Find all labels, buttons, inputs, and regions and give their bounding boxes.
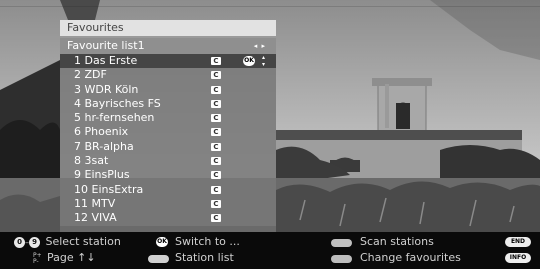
- channel-label: 7 BR-alpha: [74, 139, 134, 153]
- ok-icon: OK: [243, 56, 255, 66]
- channel-label: 4 Bayrisches FS: [74, 96, 161, 110]
- green-button-icon: [148, 255, 169, 263]
- cable-icon: C: [211, 157, 221, 166]
- station-list-label: Station list: [175, 251, 234, 264]
- cable-icon: C: [211, 71, 221, 80]
- channel-row[interactable]: 8 3sat C: [60, 154, 276, 168]
- favourites-panel: Favourites Favourite list1 ◂ ▸ 1 Das Ers…: [60, 20, 276, 226]
- cable-icon: C: [211, 128, 221, 137]
- channel-label: 5 hr-fernsehen: [74, 111, 155, 125]
- channel-row[interactable]: 2 ZDF C: [60, 68, 276, 82]
- cable-icon: C: [211, 185, 221, 194]
- panel-title: Favourites: [60, 20, 276, 36]
- cable-icon: C: [211, 199, 221, 208]
- favourite-list-selector[interactable]: Favourite list1 ◂ ▸: [60, 38, 276, 54]
- scan-stations-label: Scan stations: [360, 235, 434, 248]
- cable-icon: C: [211, 171, 221, 180]
- digit-0-icon: 0: [14, 236, 25, 248]
- channel-row[interactable]: 1 Das Erste C OK ▴ ▾: [60, 54, 276, 69]
- favourite-list-name: Favourite list1: [67, 39, 145, 52]
- page-minus-icon: P-: [33, 258, 39, 265]
- channel-row[interactable]: 9 EinsPlus C: [60, 168, 276, 182]
- switch-to-label: Switch to ...: [175, 235, 240, 248]
- channel-label: 12 VIVA: [74, 211, 117, 225]
- yellow-button-icon: [331, 255, 352, 263]
- tv-screen: Favourites Favourite list1 ◂ ▸ 1 Das Ers…: [0, 0, 540, 269]
- left-right-arrows-icon: ◂ ▸: [253, 42, 266, 50]
- channel-list: 1 Das Erste C OK ▴ ▾ 2 ZDF C 3 WDR Köln C 4…: [60, 54, 276, 226]
- change-favourites-label: Change favourites: [360, 251, 461, 264]
- channel-label: 6 Phoenix: [74, 125, 129, 139]
- channel-row[interactable]: 10 EinsExtra C: [60, 183, 276, 197]
- channel-label: 10 EinsExtra: [74, 182, 144, 196]
- channel-row[interactable]: 6 Phoenix C: [60, 125, 276, 139]
- channel-label: 2 ZDF: [74, 68, 107, 82]
- channel-row[interactable]: 12 VIVA C: [60, 211, 276, 225]
- channel-label: 11 MTV: [74, 196, 116, 210]
- page-plus-minus-icon: P+ P-: [33, 253, 42, 265]
- ok-button-icon: OK: [156, 237, 168, 247]
- channel-label: 3 WDR Köln: [74, 82, 139, 96]
- end-button-icon: END: [505, 237, 531, 247]
- help-bar: 0–9 Select station P+ P- Page ↑↓ OK Switc…: [0, 232, 540, 269]
- up-down-arrows-icon: ▴ ▾: [262, 54, 266, 68]
- cable-icon: C: [211, 57, 221, 65]
- channel-label: 8 3sat: [74, 154, 109, 168]
- channel-row[interactable]: 11 MTV C: [60, 197, 276, 211]
- cable-icon: C: [211, 142, 221, 151]
- channel-row[interactable]: 7 BR-alpha C: [60, 140, 276, 154]
- cable-icon: C: [211, 214, 221, 223]
- cable-icon: C: [211, 114, 221, 123]
- channel-row[interactable]: 4 Bayrisches FS C: [60, 97, 276, 111]
- cable-icon: C: [211, 99, 221, 108]
- cable-icon: C: [211, 85, 221, 94]
- info-button-icon: INFO: [505, 253, 531, 263]
- channel-row[interactable]: 3 WDR Köln C: [60, 83, 276, 97]
- channel-row[interactable]: 5 hr-fernsehen C: [60, 111, 276, 125]
- channel-label: 9 EinsPlus: [74, 168, 130, 182]
- select-station-hint: 0–9 Select station: [14, 234, 121, 250]
- channel-label: 1 Das Erste: [74, 54, 138, 67]
- digit-9-icon: 9: [29, 236, 40, 248]
- select-station-label: Select station: [45, 235, 121, 248]
- page-label: Page ↑↓: [47, 251, 96, 264]
- red-button-icon: [331, 239, 352, 247]
